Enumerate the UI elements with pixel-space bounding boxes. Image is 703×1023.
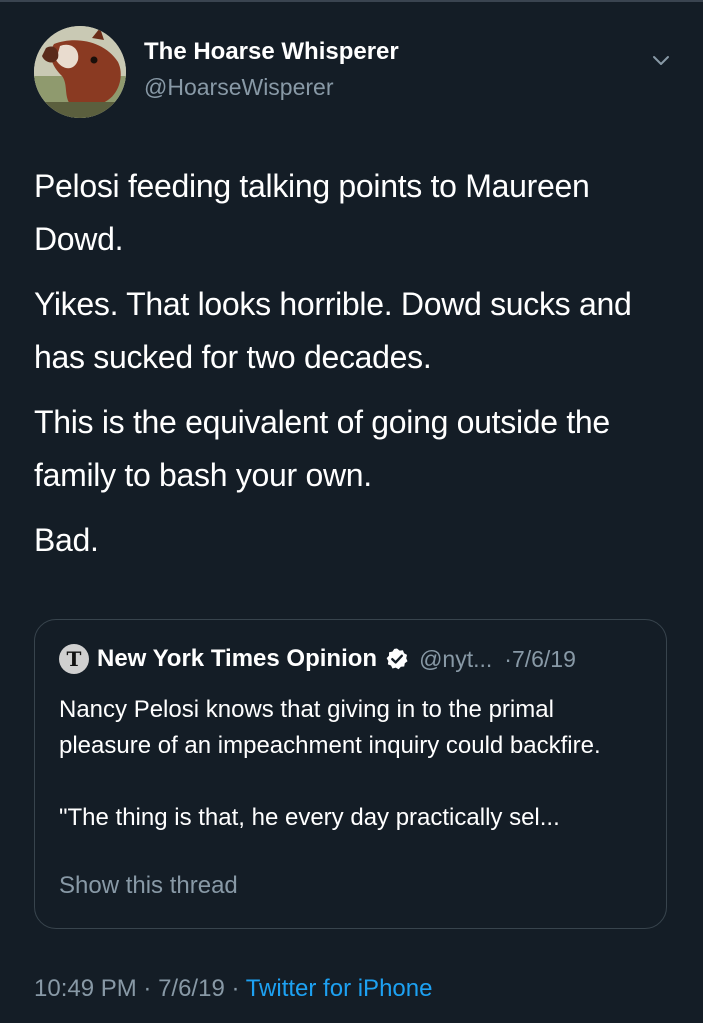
horse-avatar-image: [34, 26, 126, 118]
tweet-metadata: 10:49 PM · 7/6/19 · Twitter for iPhone: [34, 975, 432, 1003]
avatar[interactable]: [34, 26, 126, 118]
chevron-down-icon[interactable]: [648, 48, 674, 74]
tweet-header: The Hoarse Whisperer @HoarseWisperer: [34, 26, 674, 122]
quoted-tweet-text: Nancy Pelosi knows that giving in to the…: [59, 692, 649, 836]
tweet-source-link[interactable]: Twitter for iPhone: [246, 975, 433, 1002]
quoted-author-handle: @nyt...: [419, 645, 493, 672]
quoted-tweet-date: ·7/6/19: [504, 645, 576, 672]
quoted-tweet-card[interactable]: T New York Times Opinion @nyt... ·7/6/19…: [34, 619, 667, 929]
tweet-paragraph: Yikes. That looks horrible. Dowd sucks a…: [34, 286, 632, 375]
quoted-tweet-header: T New York Times Opinion @nyt... ·7/6/19: [59, 644, 576, 674]
tweet-paragraph: Pelosi feeding talking points to Maureen…: [34, 168, 590, 257]
show-thread-link[interactable]: Show this thread: [59, 872, 238, 900]
author-handle[interactable]: @HoarseWisperer: [144, 74, 334, 101]
tweet-time[interactable]: 10:49 PM: [34, 975, 137, 1002]
top-divider: [0, 0, 703, 2]
separator: ·: [224, 975, 246, 1002]
tweet-date[interactable]: 7/6/19: [158, 975, 225, 1002]
quoted-paragraph: Nancy Pelosi knows that giving in to the…: [59, 696, 601, 759]
tweet-paragraph: This is the equivalent of going outside …: [34, 404, 610, 493]
quoted-paragraph: "The thing is that, he every day practic…: [59, 804, 560, 831]
separator: ·: [136, 975, 159, 1002]
verified-badge-icon: [386, 648, 408, 670]
tweet-body: Pelosi feeding talking points to Maureen…: [34, 160, 674, 579]
nyt-logo-icon: T: [59, 644, 89, 674]
quoted-author-name: New York Times Opinion: [97, 645, 378, 672]
author-display-name[interactable]: The Hoarse Whisperer: [144, 38, 399, 66]
tweet-paragraph: Bad.: [34, 522, 99, 558]
